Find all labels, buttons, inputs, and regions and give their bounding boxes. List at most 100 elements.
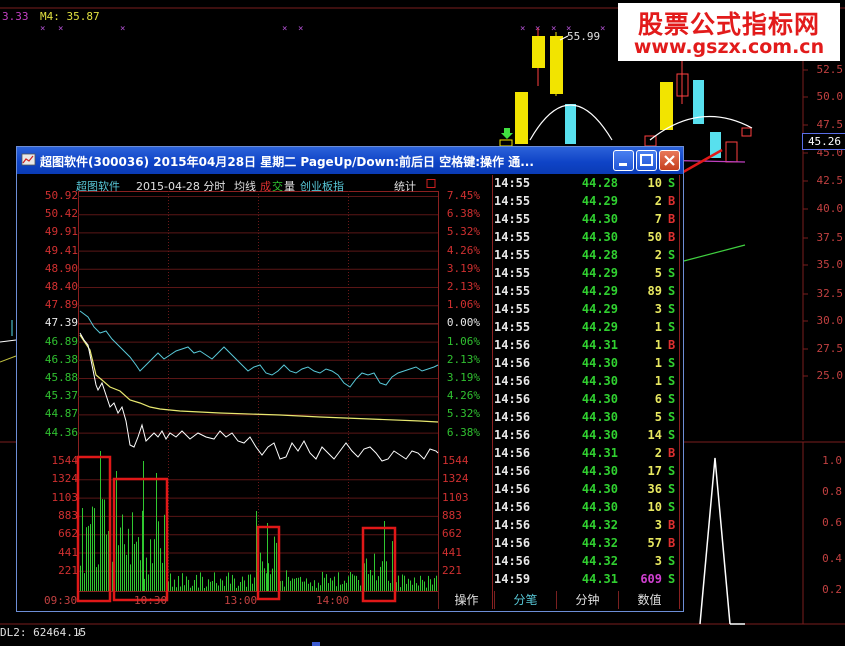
volume-bar [410,580,411,591]
tick-row[interactable]: 14:55 44.29 2 B [494,193,680,211]
volume-bar [134,544,135,591]
tick-row[interactable]: 14:55 44.28 10 S [494,175,680,193]
tick-row[interactable]: 14:55 44.29 5 S [494,265,680,283]
percent-axis-label: 4.26% [446,389,480,403]
volume-bar [204,588,205,591]
indicator-axis-label: 0.8 [822,485,842,498]
percent-axis-label: 6.38% [446,207,480,221]
tick-row[interactable]: 14:55 44.29 3 S [494,301,680,319]
tick-row[interactable]: 14:56 44.30 36 S [494,481,680,499]
volume-bar [126,554,127,591]
volume-bar [143,461,144,591]
tick-time: 14:56 [494,338,531,352]
volume-bar [144,578,145,591]
tick-row[interactable]: 14:59 44.31 609 S [494,571,680,589]
volume-bar [250,574,251,591]
stats-toggle-icon[interactable] [426,179,436,188]
tick-row[interactable]: 14:56 44.30 1 S [494,355,680,373]
watermark: 股票公式指标网 www.gszx.com.cn [618,3,840,61]
stats-label[interactable]: 统计 [394,178,416,194]
tab-operate[interactable]: 操作 [438,591,494,609]
window-titlebar[interactable]: 超图软件(300036) 2015年04月28日 星期二 PageUp/Down… [17,147,683,174]
minimize-button[interactable] [613,150,634,171]
tick-direction: S [668,266,676,280]
highlight-boxes [76,455,397,603]
tick-row[interactable]: 14:56 44.30 17 S [494,463,680,481]
maximize-button[interactable] [636,150,657,171]
background-ma-label-left: 3.33 [2,10,29,23]
price-axis-label: 44.87 [44,407,78,421]
tick-row[interactable]: 14:56 44.30 6 S [494,391,680,409]
tick-row[interactable]: 14:56 44.30 10 S [494,499,680,517]
volume-bar [228,572,229,591]
price-axis-label: 47.39 [44,316,78,330]
tick-list[interactable]: 14:55 44.28 10 S 14:55 44.29 2 B 14:55 44.30 7 B 14:… [494,175,680,591]
tab-values[interactable]: 数值 [618,591,680,609]
volume-bar [236,587,237,591]
tick-row[interactable]: 14:56 44.32 57 B [494,535,680,553]
tick-time: 14:59 [494,572,531,586]
volume-bar [218,585,219,591]
tab-ticks[interactable]: 分笔 [494,591,556,609]
tick-row[interactable]: 14:56 44.30 5 S [494,409,680,427]
down-arrow-icon: ↓ [76,625,83,638]
volume-bar [376,580,377,591]
tick-row[interactable]: 14:55 44.30 50 B [494,229,680,247]
volume-axis-label: 1324 [51,472,79,486]
indicator-axis-label: 0.4 [822,552,842,565]
background-axis-label: 42.5 [816,174,844,187]
tick-direction: B [668,338,676,352]
volume-axis-label: 441 [58,545,78,559]
volume-bar [84,573,85,591]
tick-direction: S [668,428,676,442]
tick-row[interactable]: 14:55 44.30 7 B [494,211,680,229]
percent-axis-label: 4.26% [446,243,480,257]
status-marker [312,642,320,646]
close-button[interactable] [659,150,680,171]
volume-bar [176,587,177,591]
tick-row[interactable]: 14:56 44.32 3 B [494,517,680,535]
volume-bar [292,578,293,591]
tick-row[interactable]: 14:56 44.30 1 S [494,373,680,391]
price-axis-label: 50.92 [44,189,78,202]
percent-axis-label: 3.19% [446,371,480,384]
tick-direction: B [668,446,676,460]
volume-bar [432,584,433,591]
tick-time: 14:56 [494,446,531,460]
volume-bar [82,508,83,591]
volume-bar [320,585,321,591]
tick-time: 14:55 [494,320,531,334]
volume-bar [420,575,421,591]
volume-bar [334,576,335,591]
tick-direction: S [668,374,676,388]
tick-row[interactable]: 14:56 44.32 3 S [494,553,680,571]
volume-bar [100,451,101,591]
tick-row[interactable]: 14:55 44.29 1 S [494,319,680,337]
tab-minute[interactable]: 分钟 [556,591,618,609]
volume-bar [340,584,341,591]
price-axis-label: 47.89 [44,298,78,312]
volume-axis-label: 662 [58,527,78,541]
volume-axis-label: 1544 [442,454,469,467]
volume-bar [262,561,263,591]
volume-bar [174,579,175,591]
intraday-popup-window[interactable]: 超图软件(300036) 2015年04月28日 星期二 PageUp/Down… [16,146,684,612]
tick-row[interactable]: 14:56 44.31 2 B [494,445,680,463]
volume-bar [344,580,345,591]
tick-time: 14:55 [494,194,531,208]
tick-row[interactable]: 14:56 44.31 1 B [494,337,680,355]
volume-bar [370,570,371,591]
volume-bar [352,574,353,591]
volume-bar [388,580,389,591]
volume-bar [102,499,103,591]
tick-row[interactable]: 14:55 44.29 89 S [494,283,680,301]
volume-bar [162,562,163,591]
volume-bar [146,557,147,591]
volume-bar [264,568,265,591]
volume-bar [400,587,401,591]
volume-bar [206,586,207,591]
tick-row[interactable]: 14:55 44.28 2 S [494,247,680,265]
volume-bar [378,576,379,591]
volume-bar [288,576,289,591]
tick-row[interactable]: 14:56 44.30 14 S [494,427,680,445]
